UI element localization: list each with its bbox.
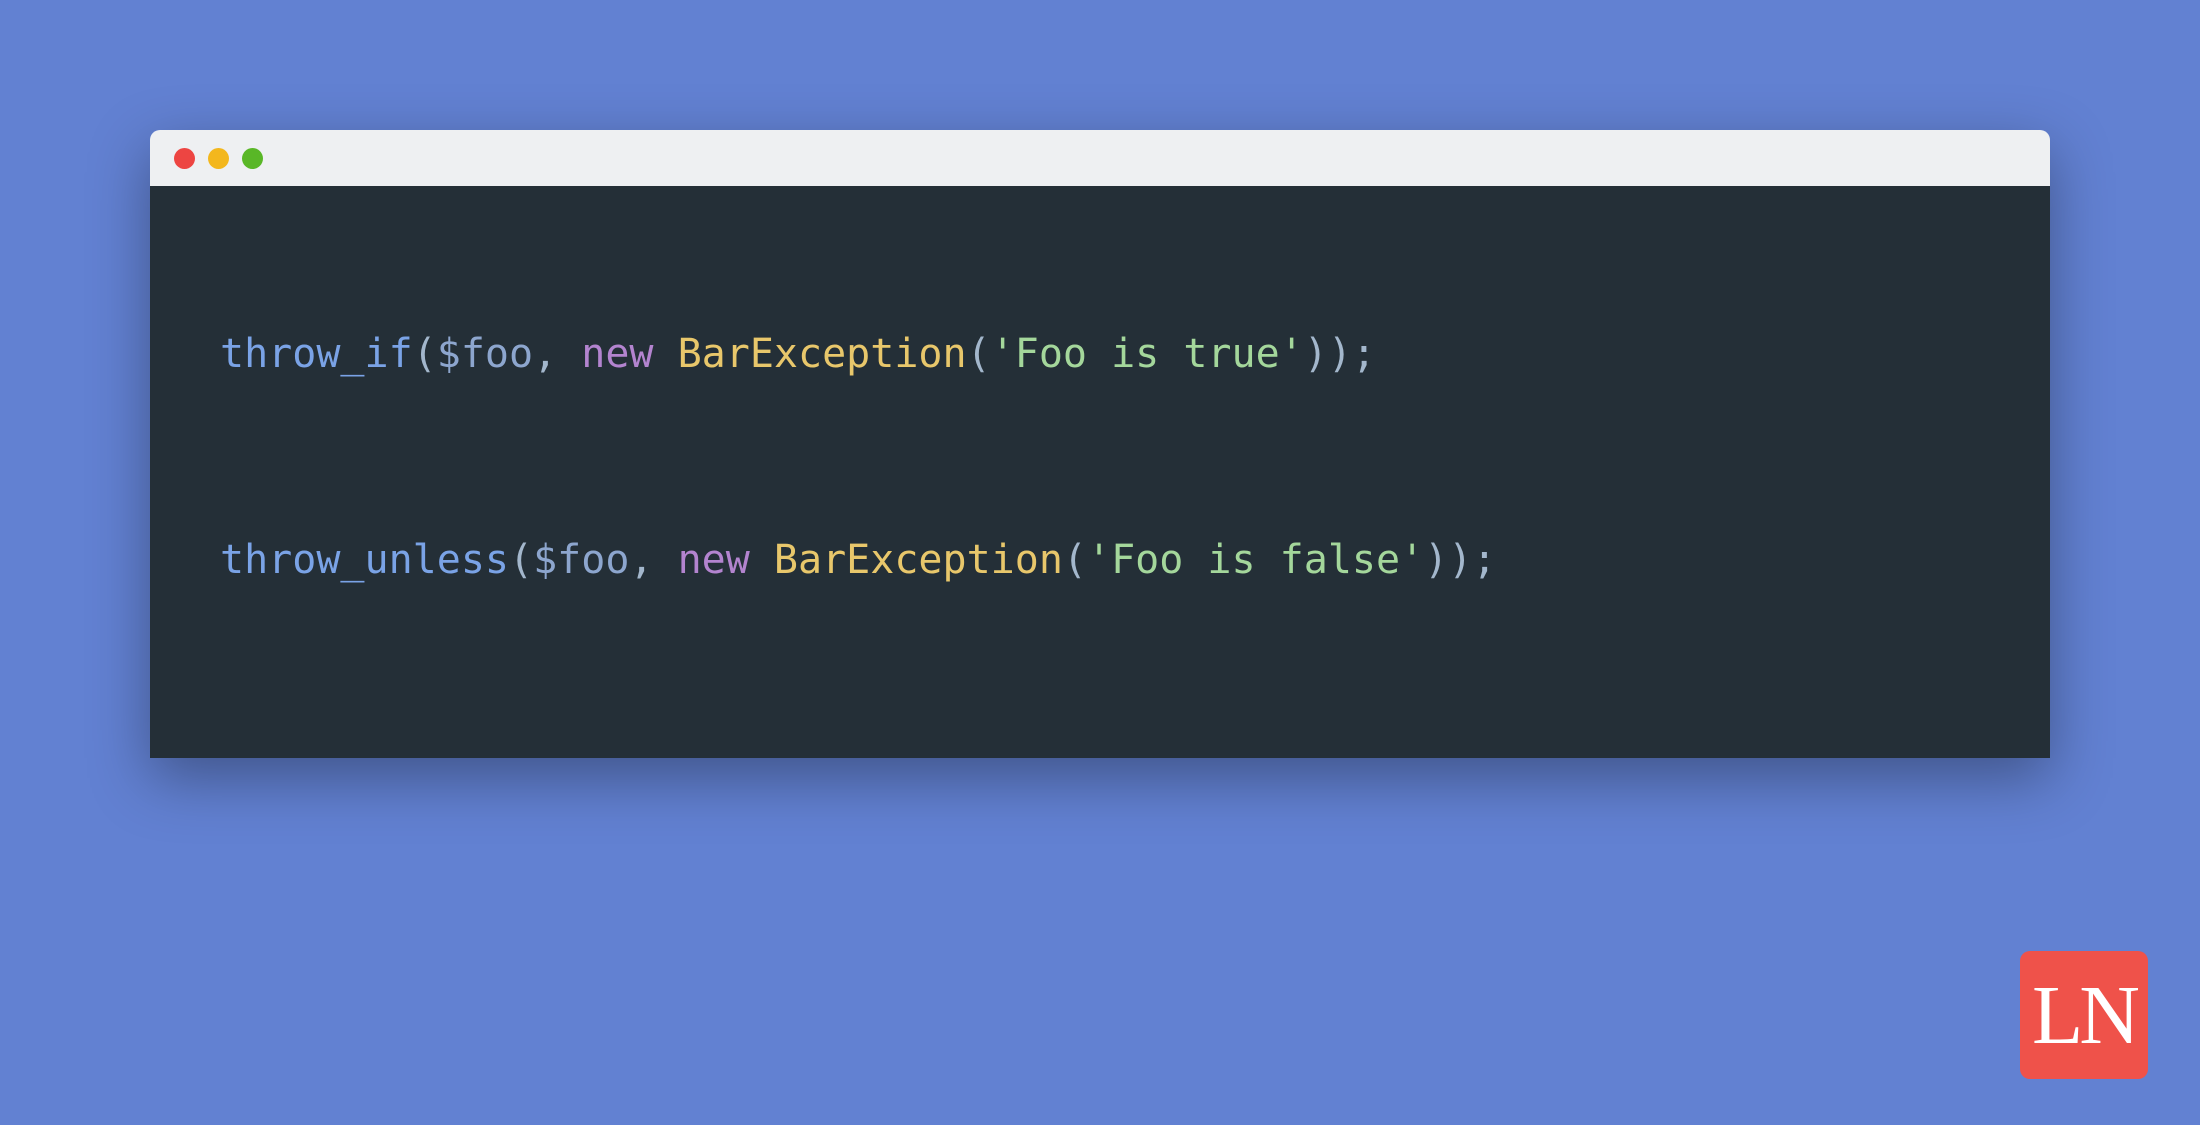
token-punctuation: ( — [1063, 537, 1087, 583]
window-titlebar — [150, 130, 2050, 186]
token-string: 'Foo is true' — [991, 331, 1304, 377]
token-space — [750, 537, 774, 583]
token-punctuation: , — [629, 537, 677, 583]
token-classname: BarException — [774, 537, 1063, 583]
brand-logo: LN — [2020, 951, 2148, 1079]
code-line-2: throw_unless($foo, new BarException('Foo… — [220, 532, 1980, 588]
token-punctuation: ( — [509, 537, 533, 583]
token-keyword: new — [678, 537, 750, 583]
window-close-icon[interactable] — [174, 148, 195, 169]
token-variable: $foo — [533, 537, 629, 583]
token-punctuation: ( — [967, 331, 991, 377]
token-classname: BarException — [678, 331, 967, 377]
blank-line — [220, 382, 1980, 532]
token-function: throw_if — [220, 331, 413, 377]
token-punctuation: )); — [1304, 331, 1376, 377]
token-punctuation: ( — [413, 331, 437, 377]
token-function: throw_unless — [220, 537, 509, 583]
code-editor: throw_if($foo, new BarException('Foo is … — [150, 186, 2050, 758]
code-line-1: throw_if($foo, new BarException('Foo is … — [220, 326, 1980, 382]
code-window: throw_if($foo, new BarException('Foo is … — [150, 130, 2050, 758]
token-string: 'Foo is false' — [1087, 537, 1424, 583]
window-minimize-icon[interactable] — [208, 148, 229, 169]
token-punctuation: )); — [1424, 537, 1496, 583]
window-zoom-icon[interactable] — [242, 148, 263, 169]
token-keyword: new — [581, 331, 653, 377]
token-variable: $foo — [437, 331, 533, 377]
token-punctuation: , — [533, 331, 581, 377]
logo-text: LN — [2032, 967, 2136, 1064]
token-space — [654, 331, 678, 377]
